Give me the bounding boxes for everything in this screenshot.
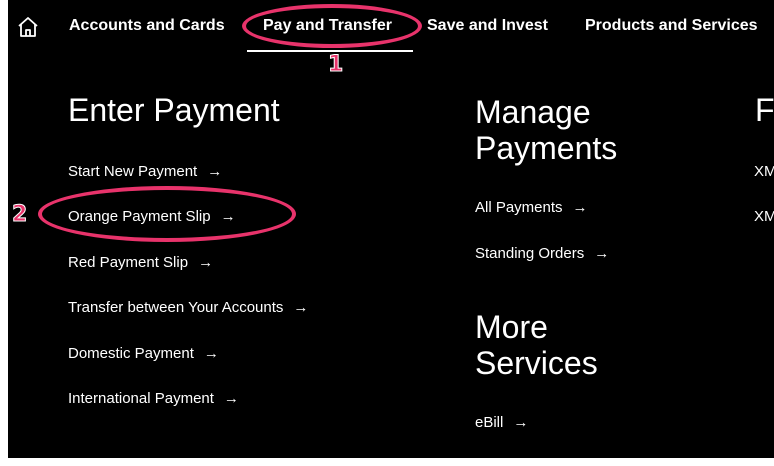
link-red-payment-slip[interactable]: Red Payment Slip → <box>68 254 213 271</box>
link-label: eBill <box>475 414 504 431</box>
link-label: Red Payment Slip <box>68 254 189 271</box>
link-label: Start New Payment <box>68 163 198 180</box>
link-orange-payment-slip[interactable]: Orange Payment Slip → <box>68 208 236 225</box>
third-column-link[interactable]: XM <box>754 208 774 225</box>
link-transfer-between-accounts[interactable]: Transfer between Your Accounts → <box>68 299 308 316</box>
link-standing-orders[interactable]: Standing Orders → <box>475 245 609 262</box>
link-domestic-payment[interactable]: Domestic Payment → <box>68 345 219 362</box>
link-label: Standing Orders <box>475 245 585 262</box>
heading-line: Services <box>475 345 598 381</box>
heading-line: Payments <box>475 130 618 166</box>
link-international-payment[interactable]: International Payment → <box>68 390 239 407</box>
link-start-new-payment[interactable]: Start New Payment → <box>68 163 222 180</box>
mega-menu-panel: Accounts and Cards Pay and Transfer Save… <box>8 0 774 458</box>
step-marker-2: 2 <box>11 202 28 228</box>
link-ebill[interactable]: eBill → <box>475 414 528 431</box>
arrow-right-icon: → <box>223 390 239 407</box>
nav-save-and-invest[interactable]: Save and Invest <box>427 17 548 35</box>
heading-line: More <box>475 309 548 345</box>
arrow-right-icon: → <box>594 245 610 262</box>
home-icon[interactable] <box>16 15 40 39</box>
nav-accounts-and-cards[interactable]: Accounts and Cards <box>69 17 225 35</box>
nav-products-and-services[interactable]: Products and Services <box>585 17 758 35</box>
arrow-right-icon: → <box>220 208 236 225</box>
link-label: Orange Payment Slip <box>68 208 211 225</box>
enter-payment-heading: Enter Payment <box>68 92 280 128</box>
arrow-right-icon: → <box>572 199 588 216</box>
nav-pay-and-transfer[interactable]: Pay and Transfer <box>263 17 392 35</box>
link-label: Transfer between Your Accounts <box>68 299 284 316</box>
link-all-payments[interactable]: All Payments → <box>475 199 588 216</box>
link-label: All Payments <box>475 199 563 216</box>
link-label: Domestic Payment <box>68 345 194 362</box>
arrow-right-icon: → <box>207 163 223 180</box>
heading-line: Manage <box>475 94 591 130</box>
arrow-right-icon: → <box>198 254 214 271</box>
link-label: International Payment <box>68 390 214 407</box>
third-column-heading: F <box>755 92 774 128</box>
more-services-heading: More Services <box>475 309 598 381</box>
third-column-link[interactable]: XM <box>754 163 774 180</box>
arrow-right-icon: → <box>513 414 529 431</box>
step-marker-1: 1 <box>327 52 344 78</box>
arrow-right-icon: → <box>203 345 219 362</box>
arrow-right-icon: → <box>293 299 309 316</box>
manage-payments-heading: Manage Payments <box>475 94 617 166</box>
